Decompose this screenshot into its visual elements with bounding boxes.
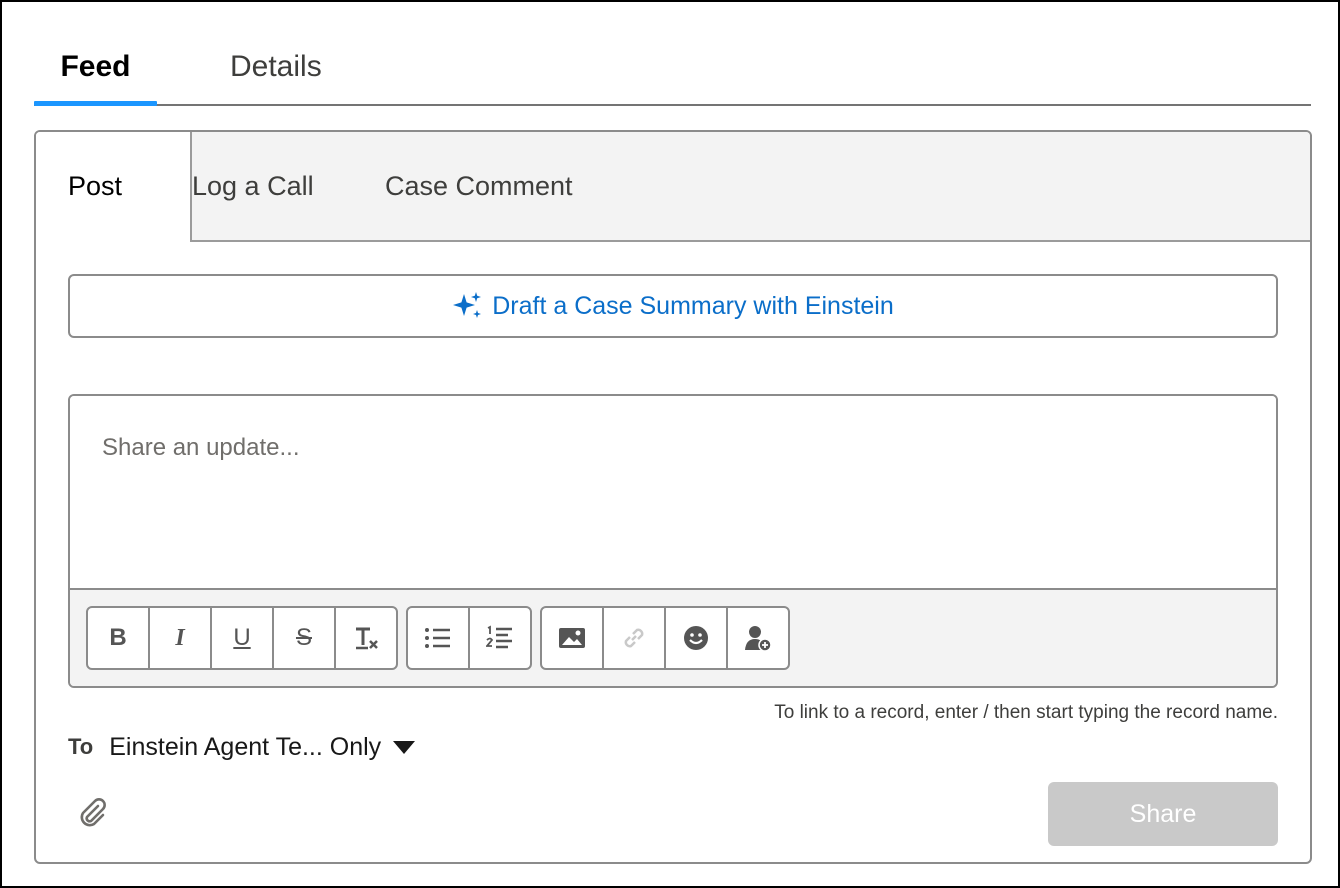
share-button[interactable]: Share [1048,782,1278,846]
insert-image-button[interactable] [542,608,604,668]
sparkles-icon [453,292,482,318]
tab-log-a-call[interactable]: Log a Call [192,132,314,240]
tab-details[interactable]: Details [230,46,322,104]
link-icon [624,628,644,648]
tab-post[interactable]: Post [36,132,192,242]
insert-emoji-button[interactable] [666,608,728,668]
bold-button[interactable]: B [88,608,150,668]
audience-dropdown[interactable]: Einstein Agent Te... Only [109,732,416,762]
top-tabs: Feed Details [34,46,1311,106]
insert-group [540,606,790,670]
attach-file-button[interactable] [76,796,112,832]
italic-icon: I [175,624,185,651]
mention-user-button[interactable] [728,608,788,668]
numbered-list-icon [486,625,512,649]
draft-case-summary-button[interactable]: Draft a Case Summary with Einstein [68,274,1278,338]
publisher-tabs: Post Log a Call Case Comment [36,132,1310,242]
to-label: To [68,734,94,759]
clear-formatting-icon [356,627,378,650]
post-editor: B I U S [68,394,1278,688]
bulleted-list-icon [425,628,450,648]
list-group [406,606,532,670]
feed-panel-frame: Feed Details Post Log a Call Case Commen… [0,0,1340,888]
image-icon [559,628,585,648]
record-link-hint: To link to a record, enter / then start … [774,702,1278,723]
share-update-input[interactable] [70,396,1276,586]
editor-toolbar: B I U S [70,588,1276,686]
caret-down-icon [393,740,416,754]
numbered-list-button[interactable] [470,608,530,668]
insert-link-button[interactable] [604,608,666,668]
tab-case-comment[interactable]: Case Comment [385,132,573,240]
paperclip-icon [80,798,106,827]
audience-row: To Einstein Agent Te... Only [68,730,416,764]
underline-button[interactable]: U [212,608,274,668]
tab-feed[interactable]: Feed [34,46,157,106]
clear-formatting-button[interactable] [336,608,396,668]
emoji-icon [684,626,708,650]
audience-value: Einstein Agent Te... Only [109,732,382,761]
bold-icon: B [109,624,127,651]
formatting-group: B I U S [86,606,398,670]
underline-icon: U [233,624,251,651]
strikethrough-button[interactable]: S [274,608,336,668]
strikethrough-icon: S [295,624,312,651]
bulleted-list-button[interactable] [408,608,470,668]
mention-user-icon [745,626,772,652]
draft-case-summary-label: Draft a Case Summary with Einstein [492,291,894,320]
publisher-panel: Post Log a Call Case Comment Draft a Cas… [34,130,1312,864]
italic-button[interactable]: I [150,608,212,668]
